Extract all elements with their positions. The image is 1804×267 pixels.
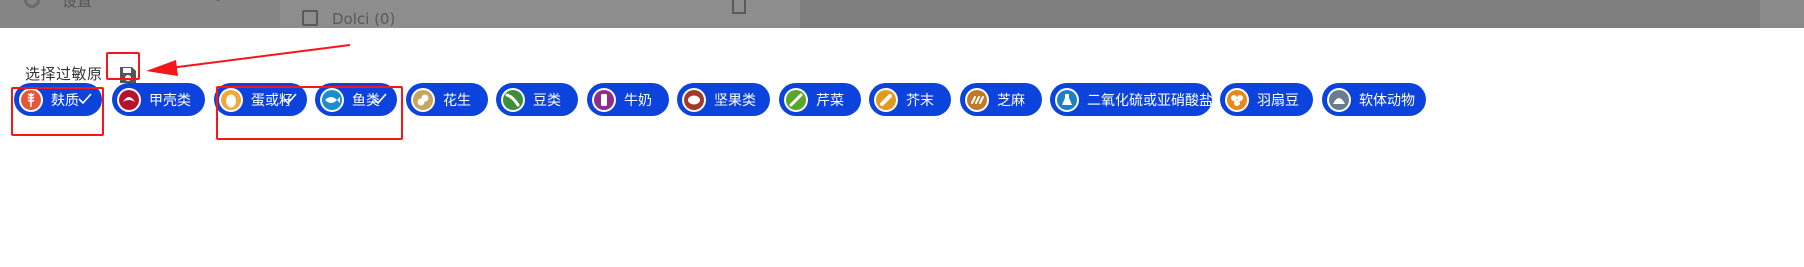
allergen-chip-label: 花生: [443, 92, 471, 109]
sulphite-flask-icon: [1055, 87, 1079, 112]
soybean-icon: [501, 87, 525, 112]
allergen-chip-celery[interactable]: 芹菜: [779, 83, 861, 116]
dialog-title: 选择过敏原: [25, 64, 103, 83]
settings-label: 设置: [62, 0, 93, 10]
allergen-chip-label: 甲壳类: [149, 92, 191, 109]
allergen-chip-label: 羽扇豆: [1257, 92, 1299, 109]
sesame-icon: [965, 87, 989, 112]
annotation-box-egg-fish: [216, 86, 403, 140]
allergen-dialog: 选择过敏原: [0, 28, 1804, 267]
chevron-down-icon: [212, 0, 224, 2]
background-list: Dolci (0): [280, 0, 800, 28]
milk-icon: [592, 87, 616, 112]
annotation-box-save: [106, 52, 140, 80]
allergen-chip-nuts[interactable]: 坚果类: [677, 83, 770, 116]
allergen-chip-label: 坚果类: [714, 92, 756, 109]
allergen-chip-lupin[interactable]: 羽扇豆: [1220, 83, 1313, 116]
allergen-chip-label: 芝麻: [997, 92, 1025, 109]
allergen-chip-molluscs[interactable]: 软体动物: [1322, 83, 1426, 116]
background-panel: [800, 0, 1760, 28]
allergen-chip-soybeans[interactable]: 豆类: [496, 83, 578, 116]
lupin-icon: [1225, 87, 1249, 112]
list-item-label: Dolci (0): [332, 10, 396, 28]
dialog-header: 选择过敏原: [25, 62, 103, 84]
background-sidebar: 设置: [0, 0, 280, 28]
gear-icon: [24, 0, 40, 8]
background-page: 设置 Dolci (0): [0, 0, 1804, 28]
list-checkbox: [302, 10, 318, 26]
allergen-chip-sesame[interactable]: 芝麻: [960, 83, 1042, 116]
allergen-chip-mustard[interactable]: 芥末: [869, 83, 951, 116]
allergen-chip-sulphites[interactable]: 二氧化硫或亚硝酸盐: [1050, 83, 1213, 116]
crustacean-icon: [117, 87, 141, 112]
allergen-chip-peanuts[interactable]: 花生: [406, 83, 488, 116]
celery-icon: [784, 87, 808, 112]
allergen-chip-milk[interactable]: 牛奶: [587, 83, 669, 116]
mustard-icon: [874, 87, 898, 112]
allergen-chip-label: 豆类: [533, 92, 561, 109]
allergen-chip-label: 牛奶: [624, 92, 652, 109]
allergen-chip-label: 二氧化硫或亚硝酸盐: [1087, 92, 1213, 109]
allergen-chip-crustaceans[interactable]: 甲壳类: [112, 83, 205, 116]
allergen-chip-label: 软体动物: [1359, 92, 1415, 109]
allergen-chip-label: 芥末: [906, 92, 934, 109]
nut-icon: [682, 87, 706, 112]
peanut-icon: [411, 87, 435, 112]
trash-icon: [732, 0, 746, 14]
allergen-chip-label: 芹菜: [816, 92, 844, 109]
annotation-box-gluten: [11, 87, 104, 136]
mollusc-icon: [1327, 87, 1351, 112]
